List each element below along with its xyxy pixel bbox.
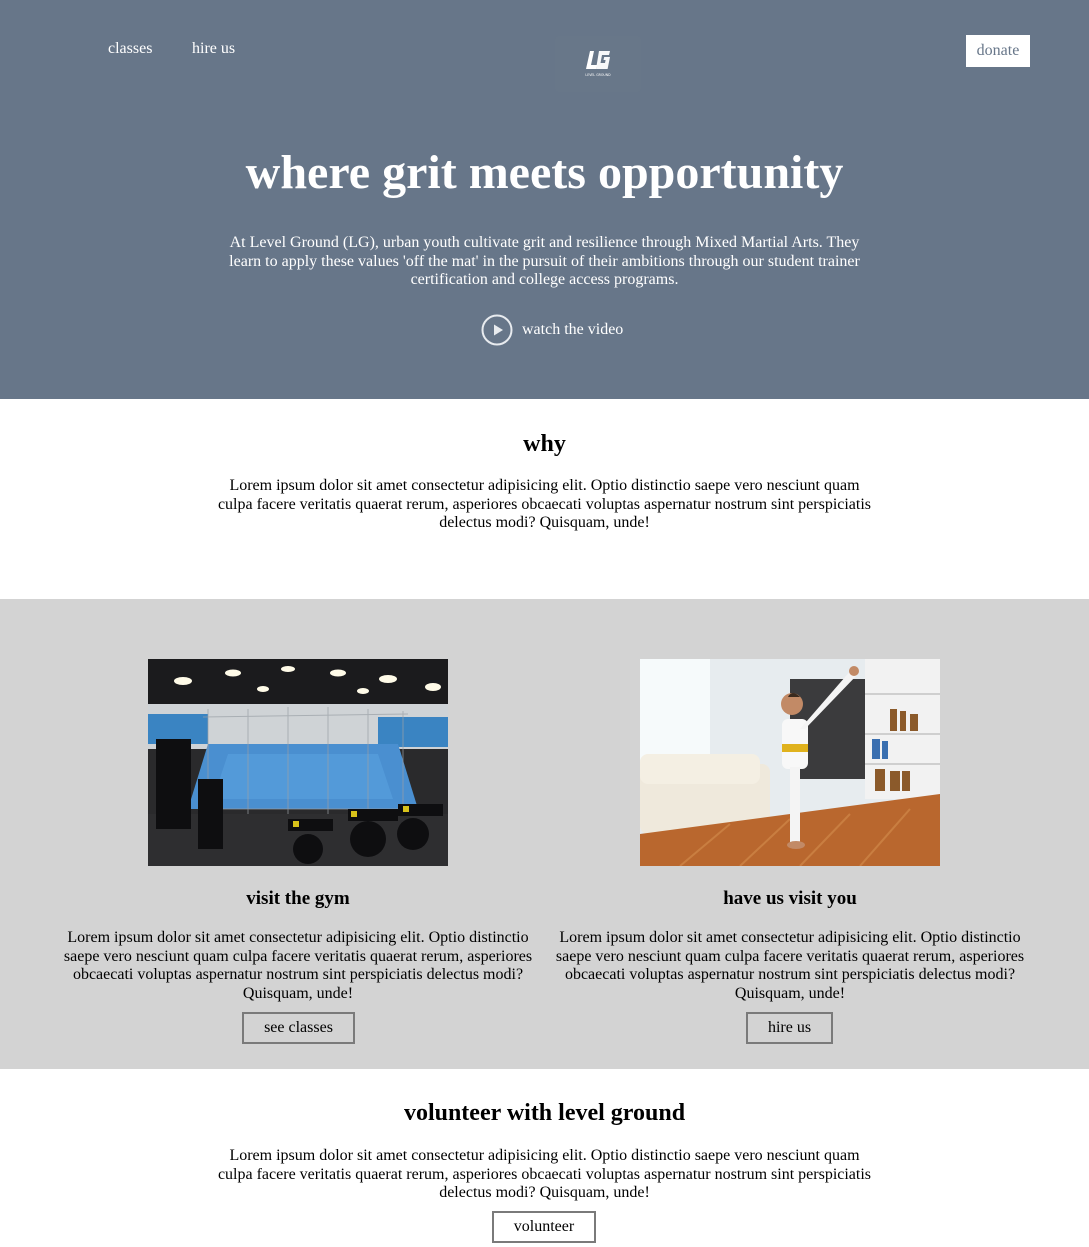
hire-us-button[interactable]: hire us [746, 1012, 833, 1044]
volunteer-title: volunteer with level ground [403, 1100, 686, 1126]
lg-logo-mark: LEVEL GROUND [585, 51, 611, 77]
see-classes-button[interactable]: see classes [242, 1012, 355, 1044]
play-circle-icon [481, 314, 513, 346]
card-title-visit-you: have us visit you [723, 888, 857, 909]
hero-section: classes hire us LEVEL GROUND donate wher… [0, 0, 1089, 399]
gym-photo [148, 659, 448, 866]
nav-classes-link[interactable]: classes [108, 39, 152, 59]
level-ground-logo[interactable]: LEVEL GROUND [555, 36, 641, 92]
card-body-visit-gym: Lorem ipsum dolor sit amet consectetur a… [63, 929, 533, 1002]
hero-title: where grit meets opportunity [245, 146, 844, 199]
watch-video-button[interactable]: watch the video [468, 306, 638, 354]
logo-subtext: LEVEL GROUND [585, 73, 611, 77]
home-visit-photo [640, 659, 940, 866]
volunteer-body: Lorem ipsum dolor sit amet consectetur a… [217, 1147, 872, 1202]
why-body: Lorem ipsum dolor sit amet consectetur a… [217, 477, 872, 532]
nav-hire-us-link[interactable]: hire us [192, 39, 235, 59]
hero-description: At Level Ground (LG), urban youth cultiv… [229, 234, 860, 289]
watch-video-label: watch the video [522, 321, 624, 338]
donate-button[interactable]: donate [966, 35, 1030, 67]
card-body-visit-you: Lorem ipsum dolor sit amet consectetur a… [555, 929, 1025, 1002]
card-title-visit-gym: visit the gym [246, 888, 350, 909]
why-title: why [523, 431, 566, 457]
volunteer-button[interactable]: volunteer [492, 1211, 596, 1243]
